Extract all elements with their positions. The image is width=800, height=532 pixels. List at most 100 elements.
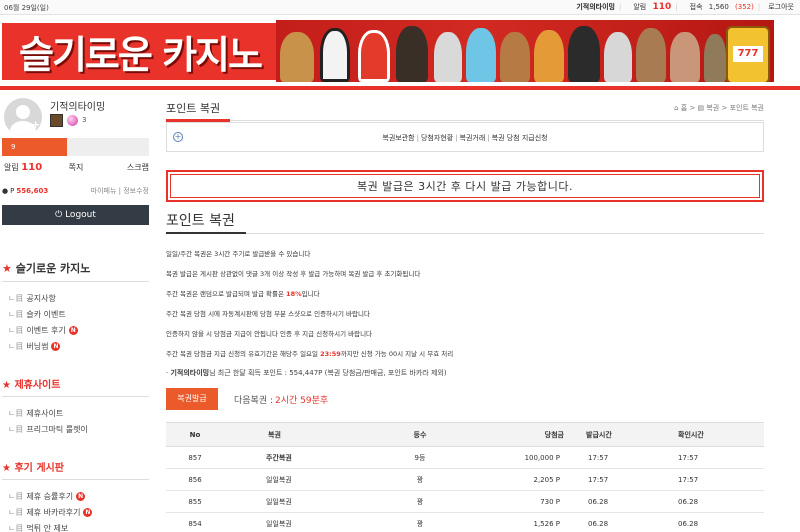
memo-link[interactable]: 쪽지	[52, 162, 100, 178]
section-title-text: 슬기로운 카지노	[15, 262, 91, 275]
cooldown-notice-text: 복권 발급은 3시간 후 다시 발급 가능합니다.	[170, 174, 760, 198]
sidebar-item-label: 이벤트 후기	[26, 325, 66, 335]
site-logo-text: 슬기로운 카지노	[19, 33, 263, 77]
monthly-points-text: 님 최근 한달 획득 포인트 : 554,447P (복권 당첨금/판매금, 포…	[209, 369, 447, 377]
sidebar-item-label: 슬카 이벤트	[26, 309, 66, 319]
rule-line: 복권 발급은 게시판 상관없이 댓글 3개 이상 작성 후 발급 가능하며 복권…	[166, 270, 421, 278]
sidebar-item-event-review[interactable]: ㄴ目 이벤트 후기 N	[2, 322, 149, 338]
avatar[interactable]: +	[4, 98, 42, 136]
scrap-link[interactable]: 스크랩	[100, 162, 149, 178]
cell-amount: 1,526 P	[476, 512, 576, 532]
date-label: 06월 29일(일)	[4, 4, 49, 12]
cell-amount: 2,205 P	[476, 468, 576, 491]
sidebar-item-notice[interactable]: ㄴ目 공지사항	[2, 290, 149, 306]
table-row[interactable]: 856 일일복권 꽝 2,205 P 17:57 17:57	[166, 468, 764, 491]
lottery-history-table: No 복권 등수 당첨금 발급시간 확인시간 857 주간복권 9등 100,0…	[166, 422, 764, 532]
site-logo[interactable]: 슬기로운 카지노	[2, 23, 278, 80]
section-title-text: 후기 게시판	[14, 463, 64, 474]
new-badge: N	[51, 341, 61, 351]
cell-checked: 06.28	[666, 490, 764, 513]
sidebar-item-win-review[interactable]: ㄴ目 제휴 승률후기 N	[2, 488, 149, 504]
next-lottery-time: 2시간 59분후	[275, 395, 329, 406]
sidebar-item-roulette[interactable]: ㄴ目 프리그마틱 룰렛이	[2, 421, 149, 437]
mypage-link[interactable]: 마이페뉴	[91, 187, 117, 195]
visit-link[interactable]: 접속 1,560 (352)	[686, 2, 754, 12]
user-stats: 알림 110 쪽지 스크랩	[2, 162, 149, 178]
cell-kind: 일일복권	[224, 468, 364, 491]
column-header-amount: 당첨금	[476, 422, 576, 447]
sidebar-alarm-link[interactable]: 알림 110	[2, 162, 52, 178]
divider: |	[455, 134, 458, 142]
power-icon: ⏻	[55, 210, 63, 220]
menu-section-title[interactable]: ★ 후기 게시판	[2, 459, 149, 480]
xp-progress-bar: 9	[2, 138, 149, 156]
lottery-subnav: + 복권보관함 | 당첨자현황 | 복권거래 | 복권 당첨 지급신청	[166, 122, 764, 152]
page-title: 포인트 복권	[166, 102, 221, 115]
profile-links: 마이페뉴 | 정보수정	[91, 186, 149, 196]
column-header-rank: 등수	[364, 422, 476, 447]
cell-rank: 9등	[364, 446, 476, 469]
cell-amount: 100,000 P	[476, 446, 576, 469]
tree-branch-icon: ㄴ目	[8, 408, 24, 418]
subnav-links: 복권보관함 | 당첨자현황 | 복권거래 | 복권 당첨 지급신청	[167, 133, 763, 143]
level-number: 3	[82, 116, 87, 124]
sidebar-item-label: 버닝썸	[26, 341, 49, 351]
top-nickname-link[interactable]: 기적의타이밍	[576, 2, 615, 12]
point-coin-icon: ●	[2, 187, 9, 195]
cell-issued: 06.28	[576, 490, 666, 513]
divider: |	[675, 3, 678, 11]
top-logout-link[interactable]: 로그아웃	[768, 2, 794, 12]
slot-reels: 777	[733, 46, 763, 62]
monthly-points-nick: 기적의타이밍	[170, 369, 210, 377]
table-row[interactable]: 857 주간복권 9등 100,000 P 17:57 17:57	[166, 446, 764, 469]
edit-info-link[interactable]: 정보수정	[123, 187, 149, 195]
cell-kind: 일일복권	[224, 512, 364, 532]
subnav-item-trade[interactable]: 복권거래	[460, 134, 486, 142]
cell-no: 855	[166, 490, 224, 513]
new-badge: N	[83, 507, 93, 517]
top-user-info: 기적의타이밍 | 알림 110 | 접속 1,560 (352) | 로그아웃	[572, 2, 794, 12]
tree-branch-icon: ㄴ目	[8, 507, 24, 517]
point-row: ● P 556,603 마이페뉴 | 정보수정	[2, 186, 149, 196]
sidebar-item-label: 제휴사이트	[26, 408, 64, 418]
column-header-kind: 복권	[224, 422, 364, 447]
logout-button[interactable]: ⏻ Logout	[2, 205, 149, 225]
sidebar-item-event[interactable]: ㄴ目 슬카 이벤트	[2, 306, 149, 322]
new-badge: N	[76, 491, 86, 501]
sidebar-item-burning[interactable]: ㄴ目 버닝썸 N	[2, 338, 149, 354]
avatar-head	[16, 105, 30, 119]
sidebar-item-label: 제휴 승률후기	[26, 491, 74, 501]
table-row[interactable]: 854 일일복권 꽝 1,526 P 06.28 06.28	[166, 512, 764, 532]
menu-section-title[interactable]: ★ 제휴사이트	[2, 376, 149, 397]
sidebar-item-partner-sites[interactable]: ㄴ目 제휴사이트	[2, 405, 149, 421]
add-photo-icon: +	[31, 118, 41, 131]
lottery-rules: 일일/주간 복권은 3시간 주기로 발급받을 수 있습니다 복권 발급은 게시판…	[166, 248, 764, 388]
breadcrumb[interactable]: ⌂ 홈 > ▤ 복권 > 포인트 복권	[674, 103, 764, 113]
top-bar: 06월 29일(일) 기적의타이밍 | 알림 110 | 접속 1,560 (3…	[0, 0, 800, 15]
menu-section-title[interactable]: ★ 슬기로운 카지노	[2, 260, 149, 282]
subnav-item-claim[interactable]: 복권 당첨 지급신청	[492, 134, 548, 142]
point-value: 556,603	[16, 187, 49, 195]
subnav-item-storage[interactable]: 복권보관함	[382, 134, 414, 142]
cell-issued: 06.28	[576, 512, 666, 532]
cell-rank: 꽝	[364, 468, 476, 491]
monthly-points-line: · 기적의타이밍님 최근 한달 획득 포인트 : 554,447P (복권 당첨…	[166, 368, 764, 388]
table-row[interactable]: 855 일일복권 꽝 730 P 06.28 06.28	[166, 490, 764, 513]
cooldown-notice: 복권 발급은 3시간 후 다시 발급 가능합니다.	[166, 170, 764, 202]
sidebar-item-label: 먹튀 안 제보	[26, 523, 69, 532]
issue-lottery-button[interactable]: 복권발급	[166, 388, 218, 410]
next-lottery-label: 다음복권 :	[234, 395, 274, 406]
subnav-item-winners[interactable]: 당첨자현황	[421, 134, 453, 142]
slot-machine-image: 777	[726, 26, 770, 82]
rule-line: 주간 복권은 랜덤으로 발급되며 발급 확률은 18%입니다	[166, 290, 320, 298]
menu-section-casino: ★ 슬기로운 카지노 ㄴ目 공지사항 ㄴ目 슬카 이벤트 ㄴ目 이벤트 후기 N ㄴ目 버…	[2, 260, 149, 354]
issue-row: 복권발급 다음복권 : 2시간 59분후	[166, 388, 764, 410]
logout-label: Logout	[65, 210, 96, 220]
alarm-label: 알림	[633, 3, 647, 11]
sidebar-item-report[interactable]: ㄴ目 먹튀 안 제보	[2, 520, 149, 532]
alarm-link[interactable]: 알림 110	[629, 2, 671, 12]
cell-rank: 꽝	[364, 512, 476, 532]
sidebar-item-baccarat-review[interactable]: ㄴ目 제휴 바카라후기 N	[2, 504, 149, 520]
rule-highlight: 23:59	[320, 350, 341, 358]
tree-branch-icon: ㄴ目	[8, 309, 24, 319]
